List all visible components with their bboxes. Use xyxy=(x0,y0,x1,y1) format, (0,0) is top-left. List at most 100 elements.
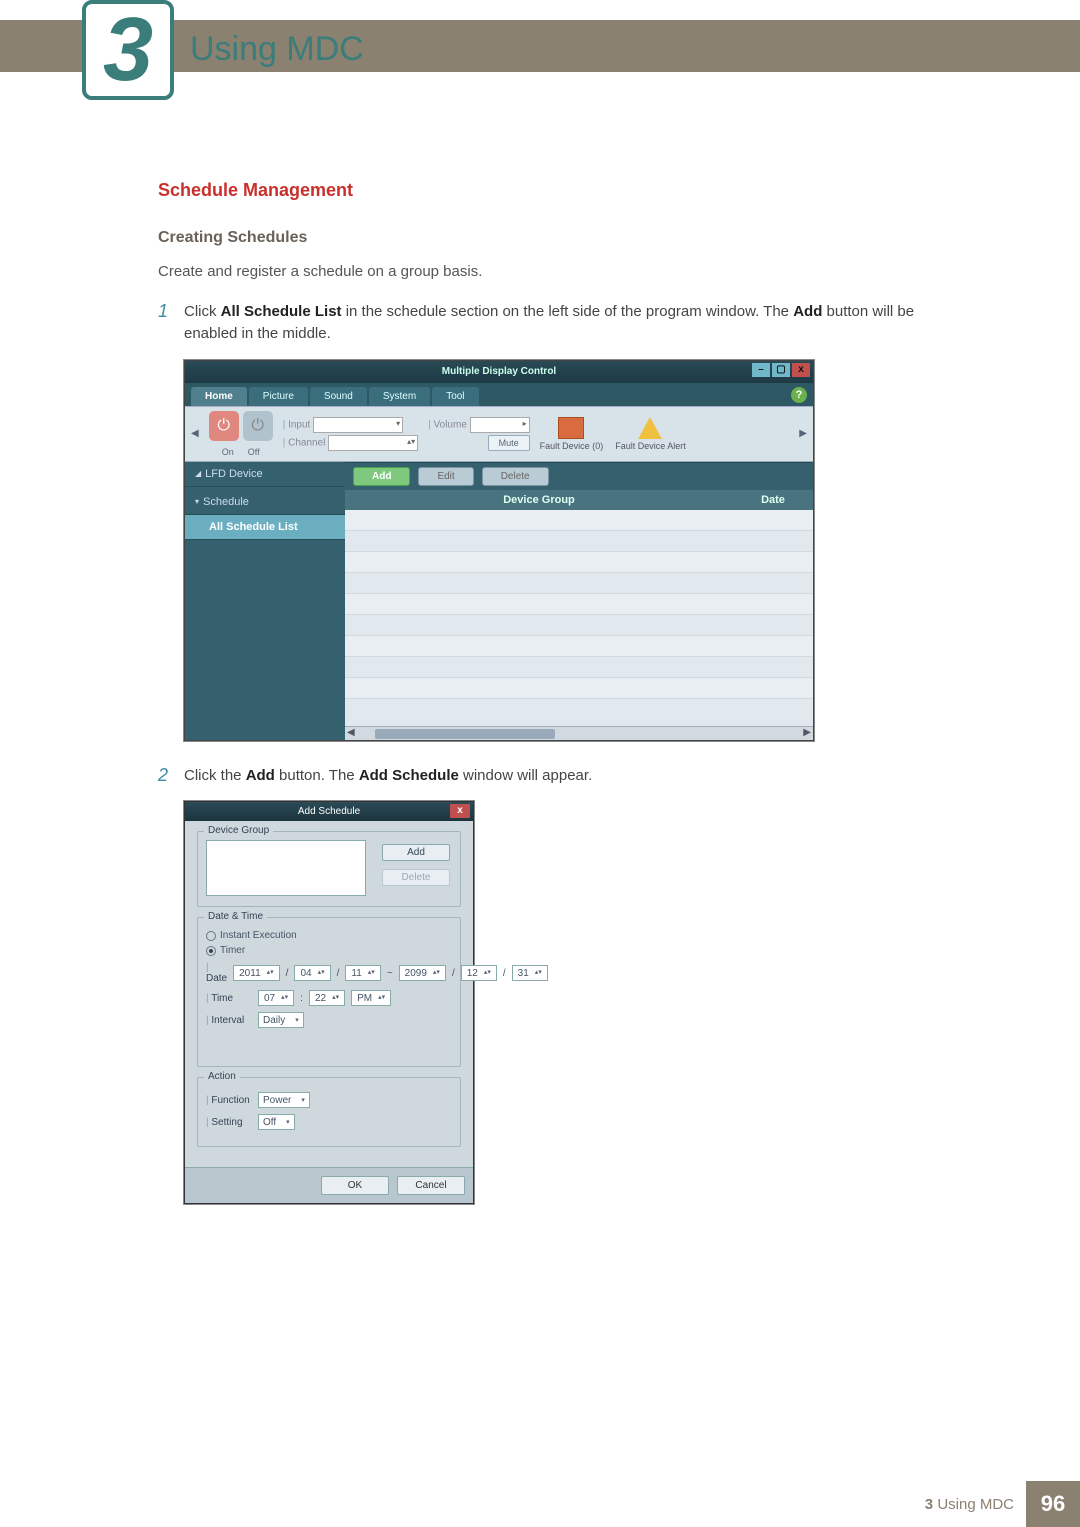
edit-button[interactable]: Edit xyxy=(418,467,473,486)
dialog-titlebar: Add Schedule x xyxy=(185,802,473,821)
step-2-text: Click the Add button. The Add Schedule w… xyxy=(184,765,592,788)
volume-group: | Volume ▸ Mute xyxy=(428,415,530,453)
table-row xyxy=(345,594,813,615)
dialog-close-button[interactable]: x xyxy=(450,804,470,818)
intro-text: Create and register a schedule on a grou… xyxy=(158,261,968,283)
channel-stepper[interactable]: ▴▾ xyxy=(328,435,418,451)
interval-label: Interval xyxy=(206,1015,252,1026)
setting-select[interactable]: Off▾ xyxy=(258,1114,295,1130)
schedule-rows xyxy=(345,510,813,699)
page-footer: 3 Using MDC 96 xyxy=(0,1481,1080,1527)
date-day1[interactable]: 11▴▾ xyxy=(345,965,380,981)
footer-chapnum: 3 xyxy=(925,1496,933,1513)
power-off-label: Off xyxy=(248,447,260,457)
step-1-num: 1 xyxy=(158,301,184,346)
date-time-fieldset: Date & Time Instant Execution Timer Date… xyxy=(197,917,461,1067)
fault-device-label: Fault Device (0) xyxy=(540,441,604,451)
step-2: 2 Click the Add button. The Add Schedule… xyxy=(158,765,968,788)
tab-picture[interactable]: Picture xyxy=(249,387,308,406)
interval-select[interactable]: Daily▾ xyxy=(258,1012,304,1028)
page-number: 96 xyxy=(1026,1481,1080,1527)
subsection-title: Creating Schedules xyxy=(158,229,968,247)
step-1: 1 Click All Schedule List in the schedul… xyxy=(158,301,968,346)
cancel-button[interactable]: Cancel xyxy=(397,1176,465,1195)
mute-button[interactable]: Mute xyxy=(488,435,530,451)
radio-timer[interactable]: Timer xyxy=(206,945,452,956)
date-day2[interactable]: 31▴▾ xyxy=(512,965,548,981)
time-min[interactable]: 22▴▾ xyxy=(309,990,345,1006)
fault-alert-icon[interactable] xyxy=(638,417,662,439)
delete-button[interactable]: Delete xyxy=(482,467,549,486)
col-device-group: Device Group xyxy=(345,494,733,506)
dg-add-button[interactable]: Add xyxy=(382,844,450,861)
tab-tool[interactable]: Tool xyxy=(432,387,478,406)
tab-sound[interactable]: Sound xyxy=(310,387,367,406)
time-ampm[interactable]: PM▴▾ xyxy=(351,990,391,1006)
mdc-window: Multiple Display Control – ▢ x Home Pict… xyxy=(184,360,814,741)
fault-alert-label: Fault Device Alert xyxy=(615,441,686,451)
date-month1[interactable]: 04▴▾ xyxy=(294,965,330,981)
step-1-text: Click All Schedule List in the schedule … xyxy=(184,301,968,346)
chapter-number: 3 xyxy=(86,4,170,96)
device-group-legend: Device Group xyxy=(204,825,273,836)
scroll-left-icon[interactable]: ◀ xyxy=(191,428,199,439)
function-label: Function xyxy=(206,1095,252,1106)
tree-lfd-device[interactable]: ◢ LFD Device xyxy=(185,462,345,487)
fault-group: Fault Device (0) Fault Device Alert xyxy=(540,417,686,451)
tab-system[interactable]: System xyxy=(369,387,430,406)
close-button[interactable]: x xyxy=(792,363,810,377)
table-row xyxy=(345,573,813,594)
date-year2[interactable]: 2099▴▾ xyxy=(399,965,446,981)
setting-label: Setting xyxy=(206,1117,252,1128)
table-row xyxy=(345,531,813,552)
col-date: Date xyxy=(733,494,813,506)
input-channel-group: | Input ▾ | Channel ▴▾ xyxy=(283,415,418,453)
window-titlebar: Multiple Display Control – ▢ x xyxy=(185,361,813,383)
volume-input[interactable]: ▸ xyxy=(470,417,530,433)
date-label: Date xyxy=(206,962,227,984)
horizontal-scrollbar[interactable]: ◀▶ xyxy=(345,726,813,740)
action-legend: Action xyxy=(204,1071,240,1082)
radio-instant[interactable]: Instant Execution xyxy=(206,930,452,941)
minimize-button[interactable]: – xyxy=(752,363,770,377)
power-off-icon[interactable]: ⏻ xyxy=(243,411,273,441)
table-row xyxy=(345,615,813,636)
power-on-icon[interactable]: ⏻ xyxy=(209,411,239,441)
ribbon: ◀ ⏻ ⏻ On Off | Input ▾ | Channel ▴▾ xyxy=(185,406,813,462)
date-time-legend: Date & Time xyxy=(204,911,267,922)
date-month2[interactable]: 12▴▾ xyxy=(461,965,497,981)
add-button[interactable]: Add xyxy=(353,467,410,486)
dialog-title: Add Schedule xyxy=(298,806,360,817)
chapter-badge: 3 xyxy=(82,0,174,100)
tab-home[interactable]: Home xyxy=(191,387,247,406)
help-icon[interactable]: ? xyxy=(791,387,807,403)
time-hour[interactable]: 07▴▾ xyxy=(258,990,294,1006)
window-title: Multiple Display Control xyxy=(442,366,556,377)
collapse-icon: ◢ xyxy=(195,469,201,478)
tree-all-schedule-list[interactable]: All Schedule List xyxy=(185,515,345,540)
ok-button[interactable]: OK xyxy=(321,1176,389,1195)
input-select[interactable]: ▾ xyxy=(313,417,403,433)
device-group-fieldset: Device Group Add Delete xyxy=(197,831,461,907)
time-label: Time xyxy=(206,993,252,1004)
step-2-num: 2 xyxy=(158,765,184,788)
maximize-button[interactable]: ▢ xyxy=(772,363,790,377)
chapter-title: Using MDC xyxy=(190,30,364,69)
table-row xyxy=(345,636,813,657)
action-fieldset: Action Function Power▾ Setting Off▾ xyxy=(197,1077,461,1147)
fault-device-icon[interactable] xyxy=(558,417,584,439)
expand-icon: ▾ xyxy=(195,497,199,506)
table-row xyxy=(345,657,813,678)
table-row xyxy=(345,552,813,573)
device-group-list[interactable] xyxy=(206,840,366,896)
scroll-right-icon[interactable]: ▶ xyxy=(799,428,807,439)
section-title: Schedule Management xyxy=(158,180,968,201)
footer-label: Using MDC xyxy=(937,1496,1014,1513)
tree-schedule[interactable]: ▾ Schedule xyxy=(185,490,345,515)
function-select[interactable]: Power▾ xyxy=(258,1092,310,1108)
dg-delete-button[interactable]: Delete xyxy=(382,869,450,886)
add-schedule-dialog: Add Schedule x Device Group Add Delete D… xyxy=(184,801,474,1204)
table-row xyxy=(345,678,813,699)
date-year1[interactable]: 2011▴▾ xyxy=(233,965,280,981)
menu-tabs: Home Picture Sound System Tool ? xyxy=(185,383,813,406)
